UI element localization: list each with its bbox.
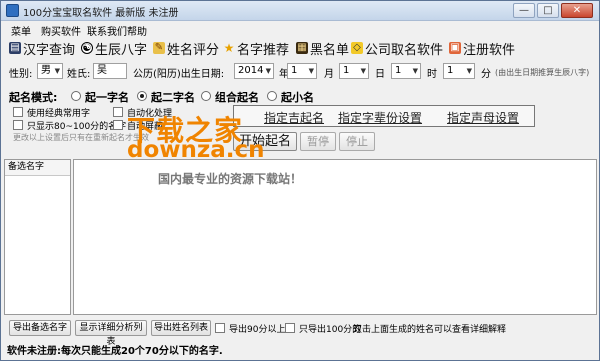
mode-radio-combo[interactable]: [201, 91, 211, 101]
bagua-icon: ☯: [81, 42, 93, 54]
option-a-checkbox[interactable]: [113, 107, 123, 117]
app-icon: [6, 4, 19, 17]
window-title: 100分宝宝取名软件 最新版 未注册: [23, 8, 179, 19]
designated-ji-link[interactable]: 指定吉起名: [264, 109, 324, 126]
lock-icon: ▣: [449, 42, 461, 54]
minute-value: 1: [447, 65, 454, 76]
year-select[interactable]: 2014 ▼: [234, 63, 274, 79]
show-80-100-label: 只显示80~100分的名字: [27, 122, 127, 132]
generation-char-link[interactable]: 指定字辈份设置: [338, 109, 422, 126]
show-80-100-checkbox[interactable]: [13, 120, 23, 130]
chevron-down-icon: ▼: [54, 67, 60, 75]
main-window: 100分宝宝取名软件 最新版 未注册 — □ ✕ 菜单 购买软件 联系我们 帮助…: [0, 0, 600, 361]
maximize-button[interactable]: □: [537, 3, 559, 18]
designation-links-box: 指定吉起名 指定字辈份设置 指定声母设置: [233, 105, 535, 127]
show-detail-button[interactable]: 显示详细分析列表: [75, 320, 147, 347]
pencil-icon: ✎: [153, 42, 165, 54]
day-unit: 日: [375, 69, 385, 80]
blacklist-icon: ▦: [296, 42, 308, 54]
toolbar-label: 注册软件: [463, 42, 516, 58]
menu-item-help[interactable]: 帮助: [127, 23, 147, 38]
chevron-down-icon: ▼: [265, 67, 271, 75]
birth-date-label: 公历(阳历)出生日期:: [133, 69, 225, 80]
toolbar-company[interactable]: ◇ 公司取名软件: [351, 39, 444, 58]
bottom-bar: 导出备选名字 显示详细分析列表 导出姓名列表 导出90分以上的 只导出100分的…: [1, 319, 599, 347]
hour-select[interactable]: 1 ▼: [391, 63, 421, 79]
toolbar-register[interactable]: ▣ 注册软件: [449, 39, 516, 58]
menu-bar: 菜单 购买软件 联系我们 帮助: [1, 21, 599, 38]
surname-input[interactable]: 吴: [93, 63, 127, 79]
company-icon: ◇: [351, 42, 363, 54]
star-icon: ★: [223, 41, 235, 55]
naming-mode-label: 起名模式:: [9, 91, 58, 104]
initial-consonant-link[interactable]: 指定声母设置: [447, 109, 519, 126]
toolbar-label: 姓名评分: [167, 42, 220, 58]
option-b-checkbox[interactable]: [113, 120, 123, 130]
mode-radio-two[interactable]: [137, 91, 147, 101]
gender-value: 男: [41, 65, 51, 76]
year-value: 2014: [238, 65, 264, 76]
chevron-down-icon: ▼: [308, 67, 314, 75]
candidate-names-list[interactable]: 备选名字: [4, 159, 71, 315]
minute-select[interactable]: 1 ▼: [443, 63, 475, 79]
watermark-tagline: 国内最专业的资源下载站！: [158, 172, 303, 186]
export-100-checkbox[interactable]: [285, 323, 295, 333]
use-common-label: 使用经典常用字: [27, 109, 91, 119]
gender-select[interactable]: 男 ▼: [37, 63, 63, 79]
watermark-domain: downza.cn: [127, 137, 265, 163]
toolbar-score[interactable]: ✎ 姓名评分: [153, 39, 220, 58]
double-click-hint: 双击上面生成的姓名可以查看详细解释: [353, 325, 507, 335]
export-names-button[interactable]: 导出姓名列表: [151, 320, 211, 336]
surname-label: 姓氏:: [67, 69, 91, 80]
day-select[interactable]: 1 ▼: [339, 63, 369, 79]
candidates-header: 备选名字: [5, 160, 70, 176]
generated-names-list[interactable]: 国内最专业的资源下载站！: [73, 159, 597, 315]
chevron-down-icon: ▼: [360, 67, 366, 75]
close-button[interactable]: ✕: [561, 3, 593, 18]
menu-item-contact[interactable]: 联系我们: [87, 23, 127, 38]
toolbar-bazi[interactable]: ☯ 生辰八字: [81, 39, 148, 58]
toolbar-label: 公司取名软件: [365, 42, 444, 58]
month-unit: 月: [324, 69, 334, 80]
month-value: 1: [291, 65, 298, 76]
toolbar-blacklist[interactable]: ▦ 黑名单: [296, 39, 350, 58]
toolbar-label: 名字推荐: [237, 42, 290, 58]
chevron-down-icon: ▼: [412, 67, 418, 75]
stop-button[interactable]: 停止: [339, 132, 375, 151]
status-bar: 软件未注册:每次只能生成20个70分以下的名字.: [7, 346, 223, 357]
day-value: 1: [343, 65, 350, 76]
mode-combo-label: 组合起名: [215, 91, 259, 104]
birth-note: (由出生日期推算生辰八字): [495, 68, 590, 77]
gender-label: 性别:: [9, 69, 33, 80]
naming-mode-row: 起名模式: 起一字名 起二字名 组合起名 起小名: [1, 87, 599, 105]
toolbar-label: 生辰八字: [95, 42, 148, 58]
toolbar-label: 黑名单: [310, 42, 350, 58]
export-90-checkbox[interactable]: [215, 323, 225, 333]
minute-unit: 分: [481, 69, 491, 80]
mode-two-label: 起二字名: [151, 91, 195, 104]
minimize-button[interactable]: —: [513, 3, 535, 18]
mode-nickname-label: 起小名: [281, 91, 314, 104]
toolbar-hanzi-query[interactable]: ▤ 汉字查询: [9, 39, 76, 58]
mode-radio-nickname[interactable]: [267, 91, 277, 101]
export-100-label: 只导出100分的: [299, 325, 362, 335]
toolbar: ▤ 汉字查询 ☯ 生辰八字 ✎ 姓名评分 ★ 名字推荐 ▦ 黑名单 ◇ 公司取名…: [1, 37, 599, 59]
menu-item-menu[interactable]: 菜单: [11, 23, 31, 38]
hour-value: 1: [395, 65, 402, 76]
toolbar-recommend[interactable]: ★ 名字推荐: [223, 39, 290, 58]
title-bar: 100分宝宝取名软件 最新版 未注册 — □ ✕: [1, 1, 599, 21]
export-candidates-button[interactable]: 导出备选名字: [9, 320, 71, 336]
month-select[interactable]: 1 ▼: [287, 63, 317, 79]
use-common-checkbox[interactable]: [13, 107, 23, 117]
hour-unit: 时: [427, 69, 437, 80]
book-icon: ▤: [9, 42, 21, 54]
toolbar-label: 汉字查询: [23, 42, 76, 58]
menu-item-buy[interactable]: 购买软件: [41, 23, 81, 38]
mode-one-label: 起一字名: [85, 91, 129, 104]
pause-button[interactable]: 暂停: [300, 132, 336, 151]
chevron-down-icon: ▼: [466, 67, 472, 75]
mode-radio-one[interactable]: [71, 91, 81, 101]
birth-info-row: 性别: 男 ▼ 姓氏: 吴 公历(阳历)出生日期: 2014 ▼ 年 1 ▼ 月 1 ▼…: [1, 61, 599, 83]
